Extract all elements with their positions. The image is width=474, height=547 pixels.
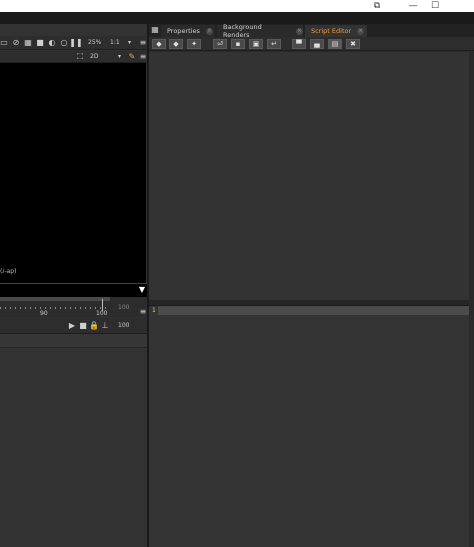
tab-label: Script Editor — [311, 27, 352, 35]
pause-icon[interactable]: ❚❚ — [69, 39, 82, 47]
frame-field[interactable]: 100 — [118, 304, 129, 312]
scrollbar[interactable] — [469, 52, 474, 547]
stop-icon[interactable]: ■ — [79, 322, 87, 330]
play-icon[interactable]: ▶ — [68, 322, 76, 330]
save-script-icon[interactable]: ▣ — [249, 39, 263, 49]
timeline-menu-icon[interactable]: ≡ — [139, 308, 147, 316]
maximize-button[interactable]: ☐ — [420, 0, 450, 11]
next-script-icon[interactable]: ◆ — [169, 39, 183, 49]
lock-icon[interactable]: 🔒 — [89, 322, 99, 330]
tick-label-100: 100 — [96, 310, 108, 317]
info-dropdown-icon[interactable]: ▼ — [138, 286, 146, 294]
close-icon[interactable]: × — [205, 27, 213, 35]
wipe-icon[interactable]: ⊘ — [12, 39, 20, 47]
zoom-value[interactable]: 25% — [88, 39, 101, 47]
tab-properties[interactable]: Properties × — [161, 25, 215, 37]
viewer-canvas[interactable] — [0, 63, 146, 283]
channel-label: (ⅈ-ap) — [0, 268, 17, 275]
viewer-toolbar: ▭ ⊘ ▦ ■ ◐ ○ ❚❚ 25% 1:1 ▾ ≡ — [0, 36, 148, 50]
left-lower-bar — [0, 334, 148, 348]
line-number: 1 — [152, 307, 156, 314]
view-mode-value[interactable]: 2D — [90, 53, 98, 61]
pencil-icon[interactable]: ✎ — [128, 53, 136, 61]
prev-script-icon[interactable]: ◆ — [152, 39, 166, 49]
playback-controls: ▶ ■ 🔒 ⊥ 100 — [0, 318, 148, 334]
timeline-range-bar[interactable] — [0, 297, 110, 301]
viewer-info-bar: ▼ — [0, 283, 148, 297]
tab-bar: ▦ Properties × Background Renders × Scri… — [149, 23, 474, 39]
out-frame-value[interactable]: 100 — [118, 322, 129, 330]
window-title-bar: ⧉ — ☐ — [0, 0, 474, 12]
layer-icon[interactable]: ▭ — [0, 39, 8, 47]
ratio-value[interactable]: 1:1 — [110, 39, 120, 47]
show-input-icon[interactable]: ▀ — [292, 39, 306, 49]
square-icon[interactable]: ■ — [36, 39, 44, 47]
close-icon[interactable]: × — [296, 27, 303, 35]
tick-label-90: 90 — [40, 310, 48, 317]
load-script-icon[interactable]: ▪ — [231, 39, 245, 49]
panel-menu-icon[interactable]: ≡ — [139, 39, 147, 47]
timeline-ticks — [0, 307, 110, 309]
bookmark-icon[interactable]: ⊥ — [101, 322, 109, 330]
ratio-dropdown-icon[interactable]: ▾ — [128, 39, 131, 47]
show-output-icon[interactable]: ▄ — [310, 39, 324, 49]
tab-script-editor[interactable]: Script Editor × — [305, 25, 367, 37]
show-both-icon[interactable]: ▤ — [328, 39, 342, 49]
tab-bar-menu-icon[interactable]: ▦ — [151, 26, 159, 34]
panel-menu-icon-2[interactable]: ≡ — [139, 53, 147, 61]
viewer-toolbar-secondary: ⛶ 2D ▾ ✎ ≡ — [0, 51, 148, 63]
checker-icon[interactable]: ▦ — [24, 39, 32, 47]
run-script-icon[interactable]: ↵ — [267, 39, 281, 49]
tab-label: Properties — [167, 27, 200, 35]
source-script-icon[interactable]: ⏎ — [213, 39, 227, 49]
clear-output-icon[interactable]: ✖ — [346, 39, 360, 49]
current-line-highlight — [158, 306, 469, 315]
script-output-pane[interactable] — [149, 52, 469, 300]
clear-history-icon[interactable]: ✦ — [187, 39, 201, 49]
script-editor-toolbar: ◆ ◆ ✦ ⏎ ▪ ▣ ↵ ▀ ▄ ▤ ✖ — [149, 37, 474, 51]
script-input-pane[interactable] — [149, 306, 469, 547]
tab-background-renders[interactable]: Background Renders × — [217, 23, 303, 39]
crop-icon[interactable]: ⛶ — [76, 53, 84, 61]
close-icon[interactable]: × — [357, 27, 365, 35]
window-restore-icon[interactable]: ⧉ — [362, 0, 392, 11]
proxy-icon[interactable]: ○ — [60, 39, 68, 47]
view-mode-dropdown-icon[interactable]: ▾ — [118, 53, 121, 61]
roi-icon[interactable]: ◐ — [48, 39, 56, 47]
